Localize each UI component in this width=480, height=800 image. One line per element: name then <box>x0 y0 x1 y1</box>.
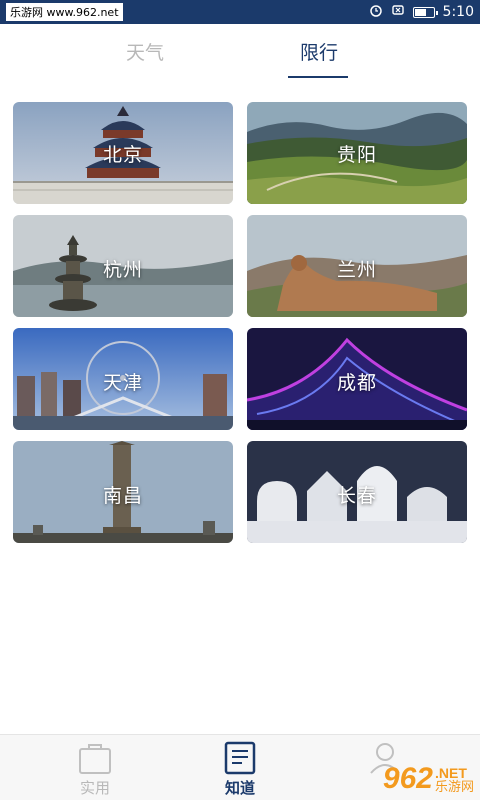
city-card-beijing[interactable]: 北京 <box>13 102 233 204</box>
briefcase-icon <box>75 741 115 775</box>
city-name-nanchang: 南昌 <box>102 485 143 507</box>
city-card-changchun[interactable]: 长春 <box>247 441 467 543</box>
watermark-domain: .NET <box>434 764 467 781</box>
city-name-lanzhou: 兰州 <box>336 259 377 281</box>
bottom-nav: 实用 知道 962 .NET 乐游网 <box>0 734 480 800</box>
city-name-tianjin: 天津 <box>102 372 143 394</box>
city-card-guiyang[interactable]: 贵阳 <box>247 102 467 204</box>
city-card-lanzhou[interactable]: 兰州 <box>247 215 467 317</box>
city-name-chengdu: 成都 <box>336 372 377 394</box>
city-name-hangzhou: 杭州 <box>102 259 143 281</box>
battery-icon <box>412 6 438 18</box>
city-name-changchun: 长春 <box>336 485 377 507</box>
city-card-nanchang[interactable]: 南昌 <box>13 441 233 543</box>
city-name-guiyang: 贵阳 <box>336 144 377 166</box>
tab-weather[interactable]: 天气 <box>100 38 190 65</box>
clock-time: 5:10 <box>442 4 474 20</box>
top-tabs: 天气 限行 <box>0 24 480 82</box>
nav-label-know: 知道 <box>224 779 255 797</box>
site-label: 乐游网 www.962.net <box>6 3 123 21</box>
nav-item-know[interactable]: 知道 <box>200 741 280 798</box>
city-name-beijing: 北京 <box>102 144 143 166</box>
watermark-number: 962 <box>382 762 433 795</box>
city-card-hangzhou[interactable]: 杭州 <box>13 215 233 317</box>
watermark-logo: 962 .NET 乐游网 <box>383 762 474 796</box>
tab-active-indicator <box>288 76 348 78</box>
tab-traffic-limit[interactable]: 限行 <box>288 38 350 65</box>
city-card-tianjin[interactable]: 天津 <box>13 328 233 430</box>
document-icon <box>220 741 260 775</box>
watermark-text: 乐游网 <box>434 778 474 794</box>
nav-label-practical: 实用 <box>79 779 110 797</box>
city-card-chengdu[interactable]: 成都 <box>247 328 467 430</box>
mute-icon <box>391 3 405 21</box>
alarm-icon <box>369 3 383 21</box>
status-icons: 5:10 <box>369 3 474 21</box>
nav-item-practical[interactable]: 实用 <box>55 741 135 798</box>
status-bar: 乐游网 www.962.net 5:10 <box>0 0 480 24</box>
